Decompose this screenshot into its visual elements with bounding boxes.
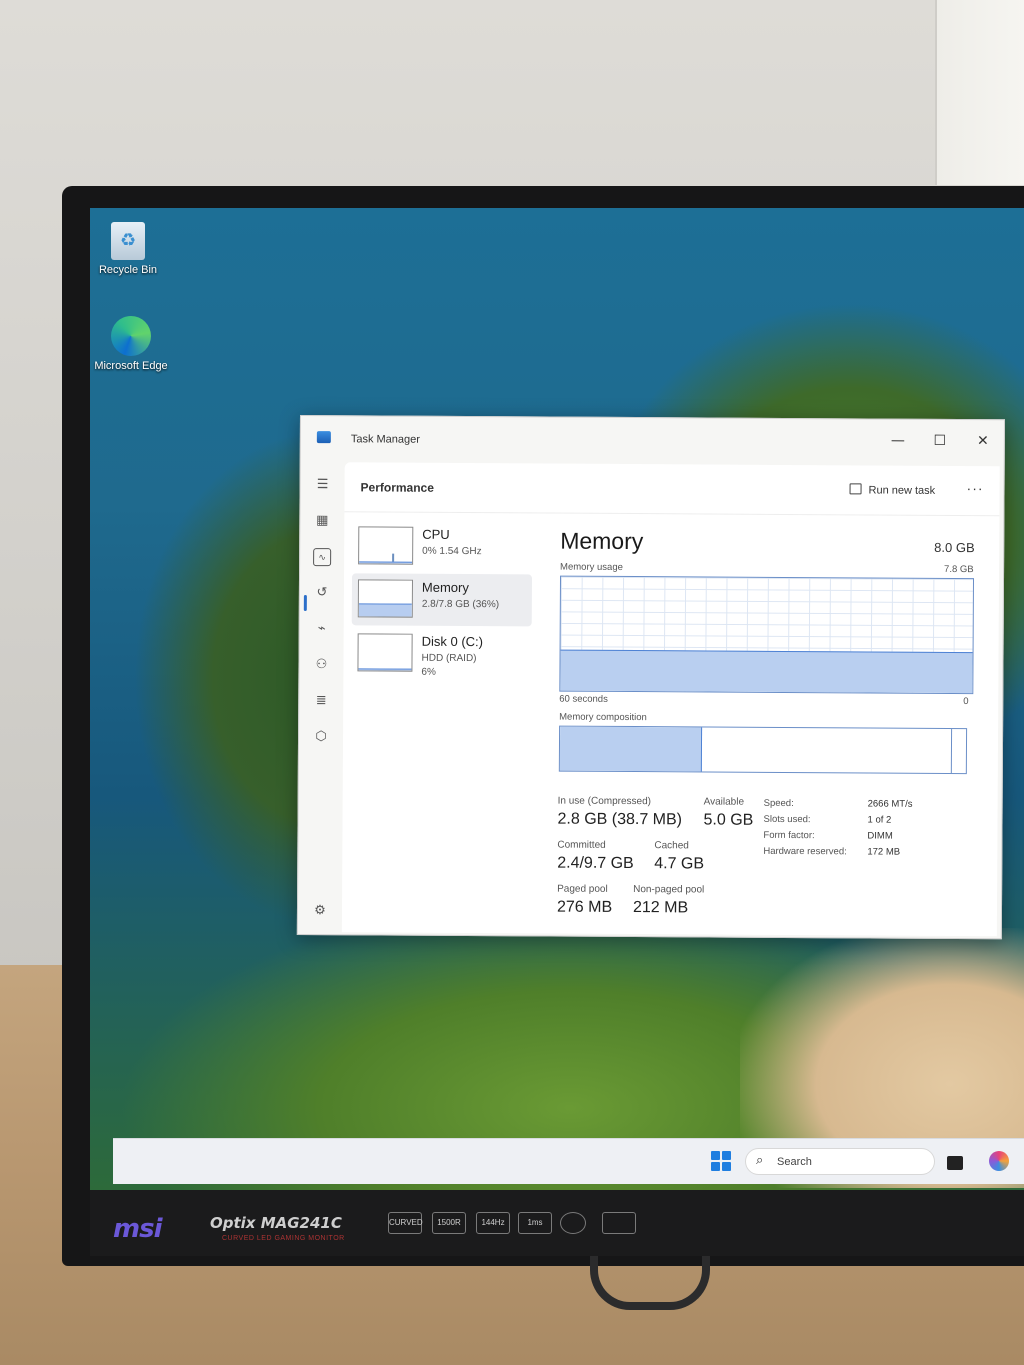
device-item-disk[interactable]: Disk 0 (C:) HDD (RAID) 6% <box>351 627 531 690</box>
device-detail: 2.8/7.8 GB (36%) <box>421 598 500 611</box>
performance-pane: Performance Run new task ··· CPU 0% 1.54… <box>341 462 1000 937</box>
paged-pool-value: 276 MB <box>556 898 613 916</box>
form-factor-label: Form factor: <box>763 829 815 842</box>
startup-apps-icon[interactable]: ⌁ <box>313 620 331 638</box>
close-button[interactable]: ✕ <box>968 428 998 454</box>
hardware-reserved-label: Hardware reserved: <box>763 845 847 858</box>
performance-icon[interactable]: ∿ <box>313 548 332 567</box>
feature-badge-icon <box>560 1212 586 1234</box>
windows-start-icon[interactable] <box>711 1151 731 1171</box>
maximize-button[interactable]: ☐ <box>925 428 955 454</box>
details-icon[interactable]: ≣ <box>312 692 330 710</box>
composition-in-use <box>559 726 703 772</box>
performance-header: Performance Run new task ··· <box>344 462 1000 517</box>
slots-label: Slots used: <box>763 813 811 826</box>
memory-thumbnail-graph <box>357 579 413 618</box>
memory-usage-max: 7.8 GB <box>944 563 974 576</box>
task-manager-icon <box>316 431 331 444</box>
non-paged-pool-value: 212 MB <box>632 899 689 917</box>
memory-total: 8.0 GB <box>934 539 975 556</box>
nav-rail: ☰ ▦ ∿ ↺ ⌁ ⚇ ≣ ⬡ ⚙ <box>298 462 345 936</box>
axis-zero-label: 0 <box>963 696 969 708</box>
door-frame <box>935 0 1024 185</box>
memory-heading: Memory <box>560 527 644 555</box>
desktop-icon-edge[interactable]: Microsoft Edge <box>92 316 170 372</box>
speed-value: 2666 MT/s <box>867 798 913 810</box>
available-label: Available <box>703 796 745 808</box>
monitor-model: Optix MAG241C <box>210 1214 342 1232</box>
settings-gear-icon[interactable]: ⚙ <box>311 902 329 920</box>
cpu-thumbnail-graph <box>358 526 414 565</box>
recycle-bin-icon: ♻ <box>111 222 145 260</box>
copilot-icon[interactable] <box>989 1151 1009 1171</box>
title-bar[interactable]: Task Manager — ☐ ✕ <box>301 416 1006 466</box>
feature-badge-icon <box>602 1212 636 1234</box>
processes-icon[interactable]: ▦ <box>313 512 331 530</box>
cached-label: Cached <box>654 840 689 852</box>
feature-badge: 1ms <box>518 1212 552 1234</box>
task-view-icon[interactable] <box>947 1156 963 1170</box>
device-name: CPU <box>422 526 450 542</box>
disk-thumbnail-graph <box>357 633 413 672</box>
device-item-memory[interactable]: Memory 2.8/7.8 GB (36%) <box>351 573 533 627</box>
paged-pool-label: Paged pool <box>557 883 608 895</box>
run-task-icon <box>849 483 862 495</box>
search-icon: ⌕ <box>756 1153 764 1168</box>
more-options-button[interactable]: ··· <box>967 480 984 496</box>
disk-thumb-fill <box>358 668 412 671</box>
feature-badge: 1500R <box>432 1212 466 1234</box>
device-detail-line1: HDD (RAID) <box>421 652 477 665</box>
in-use-value: 2.8 GB (38.7 MB) <box>557 810 683 829</box>
committed-value: 2.4/9.7 GB <box>557 854 634 873</box>
memory-composition-bar <box>558 725 968 775</box>
feature-badge: 144Hz <box>476 1212 510 1234</box>
memory-usage-fill <box>560 649 973 694</box>
device-detail: 0% 1.54 GHz <box>422 545 482 558</box>
memory-composition-label: Memory composition <box>559 711 647 724</box>
run-new-task-label: Run new task <box>868 484 936 497</box>
time-span-label: 60 seconds <box>559 693 608 705</box>
form-factor-value: DIMM <box>867 830 893 842</box>
edge-icon <box>111 316 151 356</box>
page-title: Performance <box>360 480 434 495</box>
monitor-model-subtitle: CURVED LED GAMING MONITOR <box>222 1235 345 1242</box>
search-placeholder: Search <box>777 1156 812 1168</box>
device-name: Disk 0 (C:) <box>421 633 484 650</box>
services-icon[interactable]: ⬡ <box>312 728 330 746</box>
speed-label: Speed: <box>763 797 794 810</box>
desktop-icon-recycle-bin[interactable]: ♻ Recycle Bin <box>88 222 168 276</box>
app-history-icon[interactable]: ↺ <box>313 584 331 602</box>
device-detail: HDD (RAID) 6% <box>421 652 476 680</box>
msi-logo: msi <box>113 1214 162 1244</box>
in-use-label: In use (Compressed) <box>557 795 652 808</box>
composition-divider <box>950 728 953 773</box>
non-paged-pool-label: Non-paged pool <box>633 884 705 896</box>
feature-badge: CURVED <box>388 1212 423 1234</box>
hamburger-menu-icon[interactable]: ☰ <box>314 476 332 494</box>
memory-usage-label: Memory usage <box>560 561 623 573</box>
taskbar-search-box[interactable]: ⌕ Search <box>745 1148 935 1175</box>
window-title: Task Manager <box>350 433 420 446</box>
cpu-thumb-fill <box>359 561 413 564</box>
hardware-reserved-value: 172 MB <box>867 846 901 858</box>
committed-label: Committed <box>557 839 606 851</box>
device-detail-line2: 6% <box>421 666 436 678</box>
desktop-icon-label: Recycle Bin <box>98 264 158 276</box>
minimize-button[interactable]: — <box>883 428 913 454</box>
available-value: 5.0 GB <box>703 811 754 829</box>
desktop-icon-label: Microsoft Edge <box>94 360 168 372</box>
nav-active-indicator <box>303 595 307 612</box>
cached-value: 4.7 GB <box>654 855 705 873</box>
device-name: Memory <box>421 579 469 596</box>
slots-value: 1 of 2 <box>867 814 892 826</box>
task-manager-window: Task Manager — ☐ ✕ ☰ ▦ ∿ ↺ ⌁ ⚇ ≣ ⬡ ⚙ Per… <box>296 415 1006 940</box>
device-item-cpu[interactable]: CPU 0% 1.54 GHz <box>352 520 532 573</box>
memory-usage-graph <box>559 575 975 695</box>
users-icon[interactable]: ⚇ <box>312 656 330 674</box>
monitor-stand-cable <box>590 1250 710 1310</box>
taskbar: ⌕ Search <box>113 1138 1024 1184</box>
memory-thumb-fill <box>358 603 412 617</box>
run-new-task-button[interactable]: Run new task <box>849 483 936 497</box>
